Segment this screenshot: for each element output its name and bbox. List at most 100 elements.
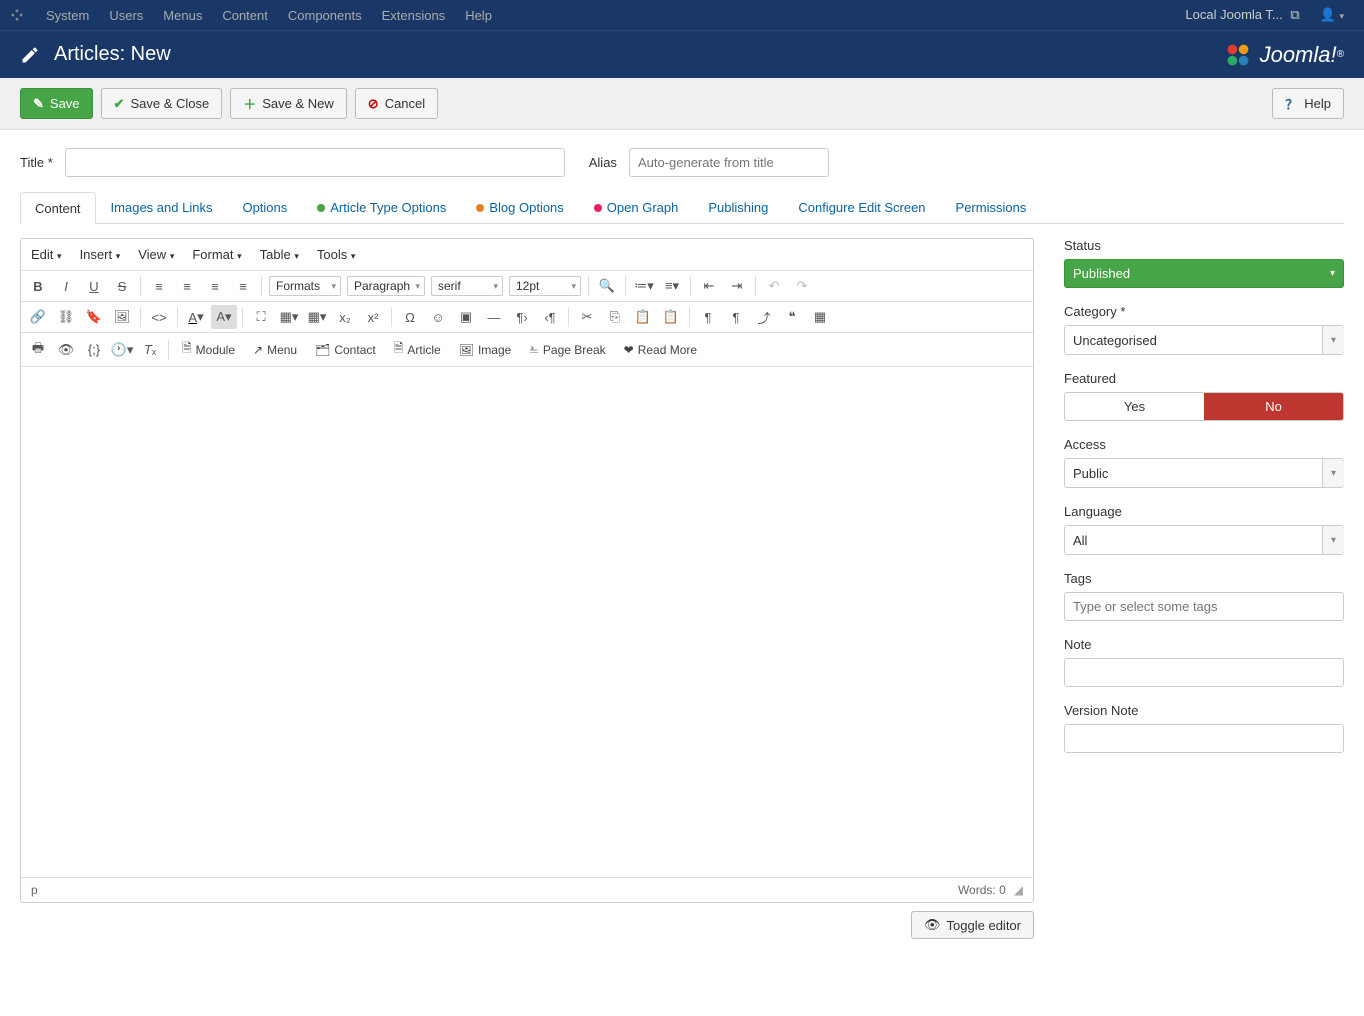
- bg-color-button[interactable]: A▾: [211, 305, 237, 329]
- image-button[interactable]: 🖼: [109, 305, 135, 329]
- link-button[interactable]: 🔗: [25, 305, 51, 329]
- table-button[interactable]: ▦▾: [276, 305, 302, 329]
- fullscreen-button[interactable]: ⛶: [248, 305, 274, 329]
- category-select[interactable]: Uncategorised ▾: [1064, 325, 1344, 355]
- editor-menu-tools[interactable]: Tools ▾: [315, 243, 358, 266]
- insert-image-button[interactable]: 🖼Image: [451, 340, 520, 360]
- special-char-button[interactable]: Ω: [397, 305, 423, 329]
- admin-menu-extensions[interactable]: Extensions: [372, 8, 456, 23]
- editor-menu-insert[interactable]: Insert ▾: [78, 243, 123, 266]
- source-code-button[interactable]: <>: [146, 305, 172, 329]
- copy-button[interactable]: ⎘: [602, 305, 628, 329]
- italic-button[interactable]: I: [53, 274, 79, 298]
- title-input[interactable]: [65, 148, 565, 177]
- featured-yes[interactable]: Yes: [1065, 393, 1204, 420]
- editor-content-area[interactable]: [21, 367, 1033, 877]
- anchor-button[interactable]: 🔖: [81, 305, 107, 329]
- editor-menu-view[interactable]: View ▾: [136, 243, 176, 266]
- save-button[interactable]: ✎ Save: [20, 88, 93, 119]
- align-right-button[interactable]: ≡: [202, 274, 228, 298]
- blockquote-button[interactable]: ❝: [779, 305, 805, 329]
- featured-no[interactable]: No: [1204, 393, 1343, 420]
- insert-module-button[interactable]: 🗎Module: [174, 336, 243, 363]
- print-button[interactable]: 🖶: [25, 338, 51, 362]
- insert-contact-button[interactable]: 🗂Contact: [307, 340, 384, 360]
- superscript-button[interactable]: x²: [360, 305, 386, 329]
- tags-input[interactable]: [1064, 592, 1344, 621]
- underline-button[interactable]: U: [81, 274, 107, 298]
- subscript-button[interactable]: x₂: [332, 305, 358, 329]
- tab-images-links[interactable]: Images and Links: [96, 191, 228, 223]
- tab-article-type-options[interactable]: Article Type Options: [302, 191, 461, 223]
- show-blocks-button[interactable]: ¶: [723, 305, 749, 329]
- outdent-button[interactable]: ⇤: [696, 274, 722, 298]
- clear-formatting-button[interactable]: Tₓ: [137, 338, 163, 362]
- insert-menu-button[interactable]: ↗Menu: [245, 340, 305, 360]
- align-center-button[interactable]: ≡: [174, 274, 200, 298]
- save-close-button[interactable]: ✔ Save & Close: [101, 88, 223, 119]
- datetime-button[interactable]: 🕐▾: [109, 338, 135, 362]
- redo-button[interactable]: ↷: [789, 274, 815, 298]
- insert-article-button[interactable]: 🗎Article: [386, 336, 449, 363]
- editor-menu-format[interactable]: Format ▾: [190, 243, 243, 266]
- cancel-button[interactable]: ⊘ Cancel: [355, 88, 438, 119]
- unlink-button[interactable]: ⛓: [53, 305, 79, 329]
- ltr-button[interactable]: ¶›: [509, 305, 535, 329]
- numbered-list-button[interactable]: ≡▾: [659, 274, 685, 298]
- hr-button[interactable]: —: [481, 305, 507, 329]
- emoji-button[interactable]: ☺: [425, 305, 451, 329]
- cut-button[interactable]: ✂: [574, 305, 600, 329]
- paste-text-button[interactable]: 📋: [658, 305, 684, 329]
- table2-button[interactable]: ▦▾: [304, 305, 330, 329]
- search-replace-button[interactable]: 🔍: [594, 274, 620, 298]
- codesample-button[interactable]: {;}: [81, 338, 107, 362]
- admin-menu-system[interactable]: System: [36, 8, 99, 23]
- undo-button[interactable]: ↶: [761, 274, 787, 298]
- tab-open-graph[interactable]: Open Graph: [579, 191, 694, 223]
- note-input[interactable]: [1064, 658, 1344, 687]
- language-select[interactable]: All ▾: [1064, 525, 1344, 555]
- access-select[interactable]: Public ▾: [1064, 458, 1344, 488]
- editor-menu-table[interactable]: Table ▾: [258, 243, 301, 266]
- media-button[interactable]: ▣: [453, 305, 479, 329]
- template-button[interactable]: ▦: [807, 305, 833, 329]
- tab-content[interactable]: Content: [20, 192, 96, 224]
- paste-button[interactable]: 📋: [630, 305, 656, 329]
- rtl-button[interactable]: ‹¶: [537, 305, 563, 329]
- admin-menu-components[interactable]: Components: [278, 8, 372, 23]
- resize-handle-icon[interactable]: ◢: [1014, 883, 1023, 897]
- save-new-button[interactable]: ＋ Save & New: [230, 88, 347, 119]
- tab-permissions[interactable]: Permissions: [941, 191, 1042, 223]
- view-site-link[interactable]: Local Joomla T... ⧉: [1175, 7, 1309, 23]
- tab-options[interactable]: Options: [227, 191, 302, 223]
- category-dropdown-button[interactable]: ▾: [1322, 326, 1344, 354]
- insert-readmore-button[interactable]: ❤Read More: [616, 340, 705, 360]
- strikethrough-button[interactable]: S: [109, 274, 135, 298]
- help-button[interactable]: ？ Help: [1272, 88, 1344, 119]
- editor-menu-edit[interactable]: Edit ▾: [29, 243, 64, 266]
- admin-menu-users[interactable]: Users: [99, 8, 153, 23]
- paragraph-select[interactable]: Paragraph: [347, 276, 425, 296]
- tab-blog-options[interactable]: Blog Options: [461, 191, 578, 223]
- indent-button[interactable]: ⇥: [724, 274, 750, 298]
- formats-select[interactable]: Formats: [269, 276, 341, 296]
- admin-menu-help[interactable]: Help: [455, 8, 502, 23]
- show-invisibles-button[interactable]: ¶: [695, 305, 721, 329]
- align-left-button[interactable]: ≡: [146, 274, 172, 298]
- admin-menu-content[interactable]: Content: [212, 8, 278, 23]
- tab-configure-edit[interactable]: Configure Edit Screen: [783, 191, 940, 223]
- access-dropdown-button[interactable]: ▾: [1322, 459, 1344, 487]
- text-color-button[interactable]: A▾: [183, 305, 209, 329]
- fontsize-select[interactable]: 12pt: [509, 276, 581, 296]
- preview-button[interactable]: 👁: [53, 338, 79, 362]
- bold-button[interactable]: B: [25, 274, 51, 298]
- alias-input[interactable]: [629, 148, 829, 177]
- language-dropdown-button[interactable]: ▾: [1322, 526, 1344, 554]
- user-menu[interactable]: 👤 ▾: [1310, 7, 1354, 23]
- admin-menu-menus[interactable]: Menus: [153, 8, 212, 23]
- toggle-editor-button[interactable]: 👁 Toggle editor: [911, 911, 1034, 939]
- tab-publishing[interactable]: Publishing: [693, 191, 783, 223]
- version-note-input[interactable]: [1064, 724, 1344, 753]
- fontfamily-select[interactable]: serif: [431, 276, 503, 296]
- bullet-list-button[interactable]: ≔▾: [631, 274, 657, 298]
